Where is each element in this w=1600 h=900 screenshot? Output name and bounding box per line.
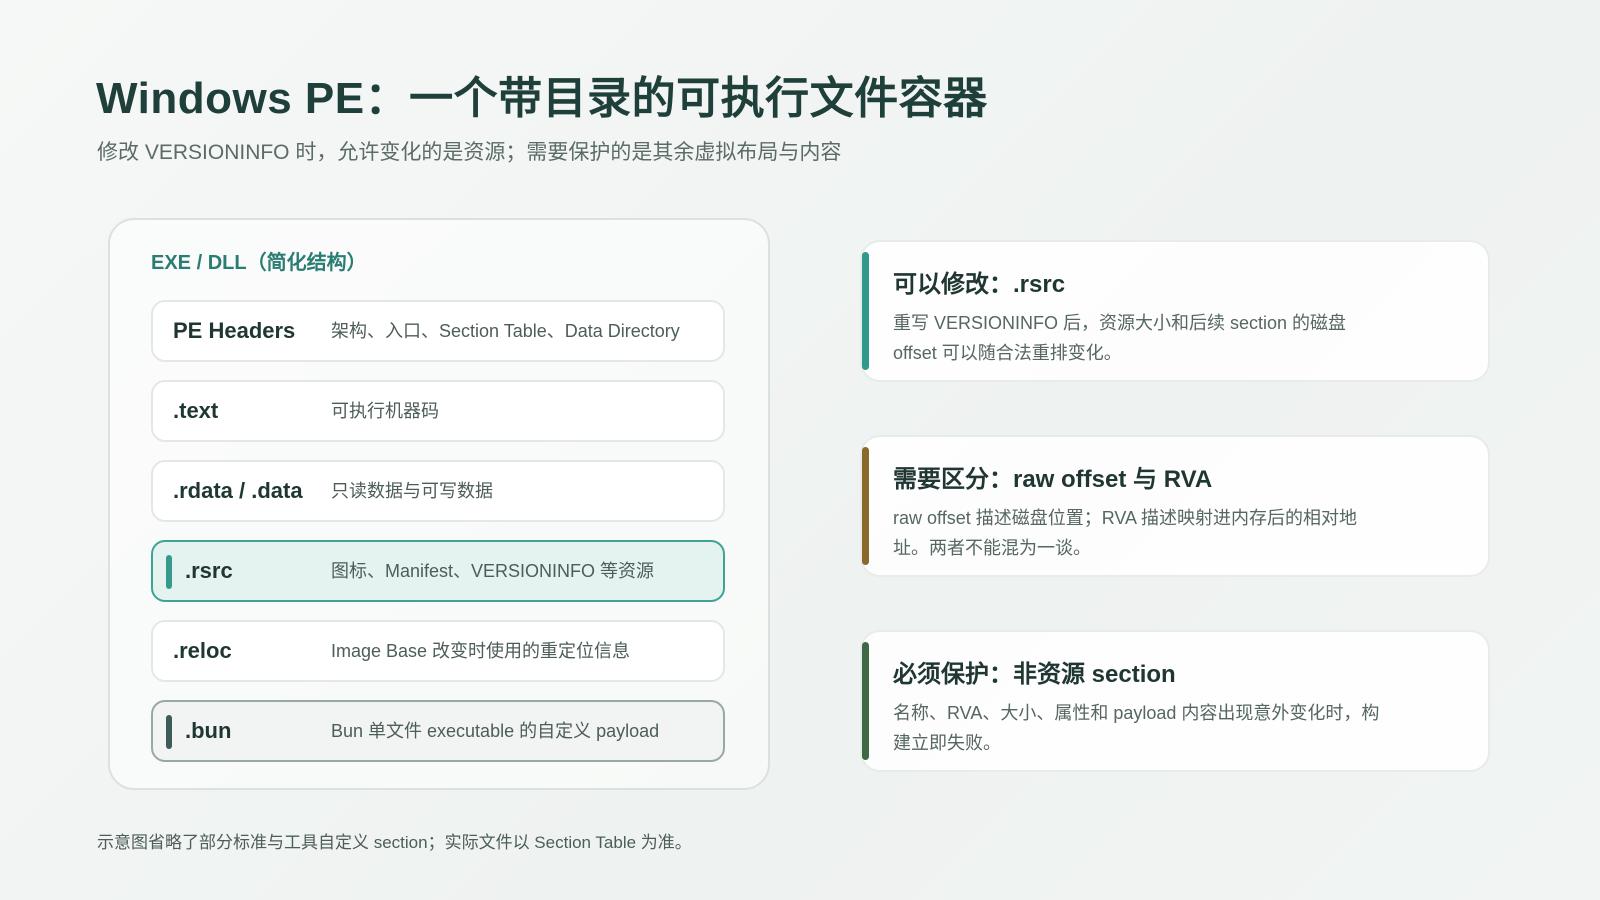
section-desc: 可执行机器码 bbox=[331, 401, 439, 421]
section-desc: Image Base 改变时使用的重定位信息 bbox=[331, 641, 631, 661]
card-can-modify: 可以修改：.rsrc 重写 VERSIONINFO 后，资源大小和后续 sect… bbox=[860, 240, 1490, 382]
card-accent-bar bbox=[862, 447, 869, 565]
section-desc: 图标、Manifest、VERSIONINFO 等资源 bbox=[331, 561, 655, 581]
pe-structure-diagram: EXE / DLL（简化结构） PE Headers 架构、入口、Section… bbox=[108, 218, 770, 790]
card-accent-bar bbox=[862, 252, 869, 370]
card-title: 必须保护：非资源 section bbox=[893, 661, 1176, 688]
card-body: raw offset 描述磁盘位置；RVA 描述映射进内存后的相对地址。两者不能… bbox=[893, 508, 1358, 558]
section-desc: 只读数据与可写数据 bbox=[331, 481, 493, 501]
section-name: .reloc bbox=[173, 638, 232, 663]
card-body: 名称、RVA、大小、属性和 payload 内容出现意外变化时，构建立即失败。 bbox=[893, 703, 1380, 753]
section-row-text: .text 可执行机器码 bbox=[151, 380, 725, 442]
page-title: Windows PE：一个带目录的可执行文件容器 bbox=[96, 74, 988, 123]
section-row-rdata-data: .rdata / .data 只读数据与可写数据 bbox=[151, 460, 725, 522]
section-row-pe-headers: PE Headers 架构、入口、Section Table、Data Dire… bbox=[151, 300, 725, 362]
section-name: PE Headers bbox=[173, 318, 296, 343]
row-accent-bar bbox=[166, 555, 172, 589]
card-title: 需要区分：raw offset 与 RVA bbox=[893, 466, 1213, 493]
card-title: 可以修改：.rsrc bbox=[893, 271, 1066, 298]
section-desc: Bun 单文件 executable 的自定义 payload bbox=[331, 721, 660, 741]
section-row-rsrc: .rsrc 图标、Manifest、VERSIONINFO 等资源 bbox=[151, 540, 725, 602]
page-subtitle: 修改 VERSIONINFO 时，允许变化的是资源；需要保护的是其余虚拟布局与内… bbox=[97, 141, 842, 164]
row-accent-bar bbox=[166, 715, 172, 749]
section-row-reloc: .reloc Image Base 改变时使用的重定位信息 bbox=[151, 620, 725, 682]
card-must-protect: 必须保护：非资源 section 名称、RVA、大小、属性和 payload 内… bbox=[860, 630, 1490, 772]
section-row-bun: .bun Bun 单文件 executable 的自定义 payload bbox=[151, 700, 725, 762]
card-body: 重写 VERSIONINFO 后，资源大小和后续 section 的磁盘 off… bbox=[893, 313, 1347, 363]
section-name: .text bbox=[173, 398, 219, 423]
card-distinguish: 需要区分：raw offset 与 RVA raw offset 描述磁盘位置；… bbox=[860, 435, 1490, 577]
footnote: 示意图省略了部分标准与工具自定义 section；实际文件以 Section T… bbox=[97, 833, 692, 852]
card-accent-bar bbox=[862, 642, 869, 760]
section-name: .rsrc bbox=[185, 558, 233, 583]
section-name: .rdata / .data bbox=[173, 478, 303, 503]
diagram-title: EXE / DLL（简化结构） bbox=[151, 252, 367, 274]
section-desc: 架构、入口、Section Table、Data Directory bbox=[331, 321, 680, 341]
section-name: .bun bbox=[185, 718, 232, 743]
